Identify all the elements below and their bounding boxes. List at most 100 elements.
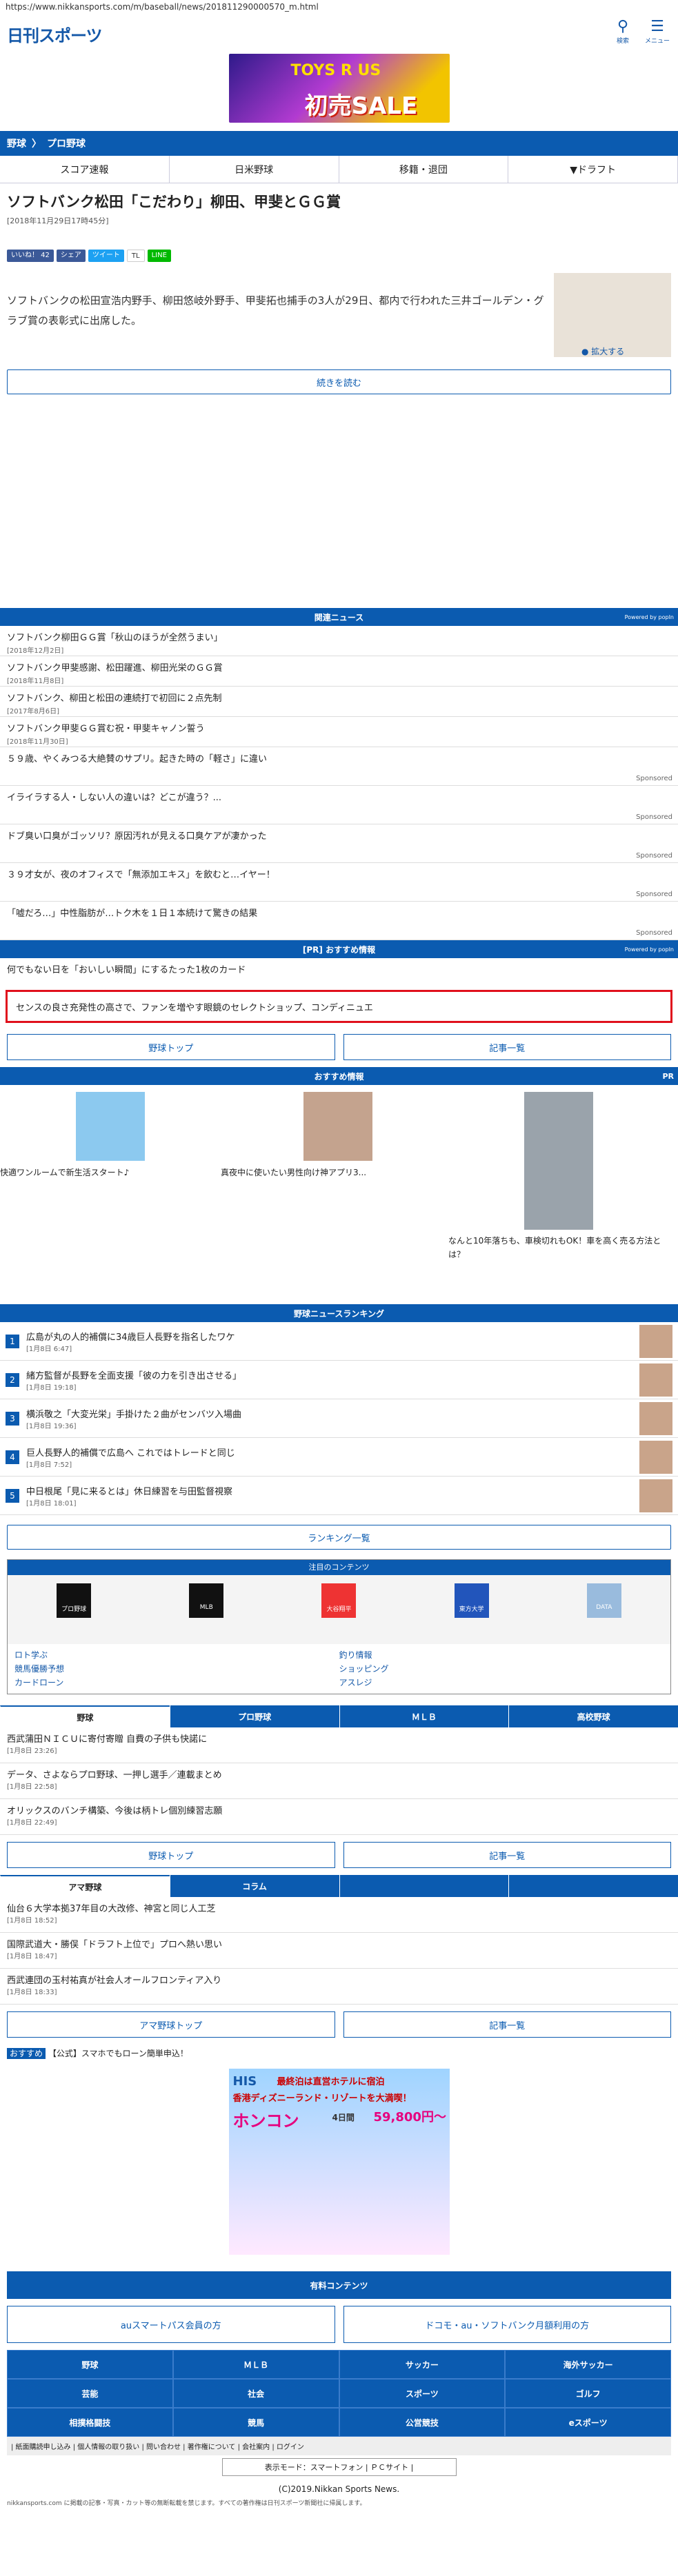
sponsored-item[interactable]: ５９歳、やくみつる大絶賛のサプリ。起きた時の「軽さ」に違い Sponsored	[0, 747, 678, 786]
tab-pro[interactable]: プロ野球	[169, 1705, 339, 1727]
data-icon[interactable]: DATA	[586, 1583, 621, 1618]
article-photo[interactable]: ● 拡大する	[554, 273, 671, 357]
recommend-list: 快適ワンルームで新生活スタート♪ 真夜中に使いたい男性向け神アプリ3... なん…	[0, 1085, 678, 1304]
tweet-button[interactable]: ツイート	[88, 250, 124, 262]
share-buttons: いいね！ 42 シェア ツイート TL LINE	[0, 226, 678, 269]
featured-contents: 注目のコンテンツ プロ野球 MLB 大谷翔平 東方大学 DATA ロト学ぶ 釣り情…	[7, 1559, 671, 1694]
zoom-button[interactable]: ● 拡大する	[581, 345, 624, 357]
nav-buttons: 野球トップ 記事一覧	[0, 1835, 678, 1875]
news-item[interactable]: オリックスのバンチ構築、今後は柄トレ個別練習志願 [1月8日 22:49]	[0, 1799, 678, 1835]
ranking-item[interactable]: 5 中日根尾「見に来るとは」休日練習を与田監督視察 [1月8日 18:01]	[0, 1477, 678, 1515]
menu-icon: ☰	[650, 18, 664, 35]
ranking-list: 1 広島が丸の人的補償に34歳巨人長野を指名したワケ [1月8日 6:47] 2 緒方…	[0, 1322, 678, 1515]
facebook-like-button[interactable]: いいね！ 42	[7, 250, 54, 262]
pr-header: [PR] おすすめ情報 Powered by popIn	[0, 940, 678, 958]
content-link[interactable]: ショッピング	[339, 1662, 664, 1676]
tab-amateur[interactable]: アマ野球	[0, 1875, 170, 1897]
news-item[interactable]: 国際武道大・勝俣「ドラフト上位で」プロへ熱い思い [1月8日 18:47]	[0, 1933, 678, 1969]
thumbnail	[639, 1324, 672, 1358]
url-bar: https://www.nikkansports.com/m/baseball/…	[6, 2, 319, 12]
ranking-item[interactable]: 4 巨人長野人的補償で広島へ これではトレードと同じ [1月8日 7:52]	[0, 1438, 678, 1477]
pr-item[interactable]: 何でもない日を「おいしい瞬間」にするたった1枚のカード	[0, 958, 678, 986]
footer-links[interactable]: | 紙面購読申し込み | 個人情報の取り扱い | 問い合わせ | 著作権について…	[7, 2437, 671, 2455]
ranking-item[interactable]: 3 横浜敬之「大変光栄」手掛けた２曲がセンバツ入場曲 [1月8日 19:36]	[0, 1399, 678, 1438]
list-item[interactable]: ソフトバンク甲斐ＧＧ賞む祝・甲斐キャノン誓う [2018年11月30日]	[0, 717, 678, 747]
news-item[interactable]: 西武連団の玉村祐真が社会人オールフロンティア入り [1月8日 18:33]	[0, 1969, 678, 2005]
recommend-header: おすすめ情報 PR	[0, 1067, 678, 1085]
sponsored-item[interactable]: イライラする人・しない人の違いは？どこが違う？... Sponsored	[0, 786, 678, 824]
thumbnail	[639, 1401, 672, 1435]
thumbnail	[639, 1479, 672, 1512]
content-link[interactable]: アスレジ	[339, 1676, 664, 1690]
article-text: ソフトバンクの松田宣浩内野手、柳田悠岐外野手、甲斐拓也捕手の3人が29日、都内で…	[7, 294, 544, 327]
paid-header: 有料コンテンツ	[7, 2271, 671, 2299]
facebook-share-button[interactable]: シェア	[56, 250, 86, 262]
news-tabs-2: アマ野球 コラム	[0, 1875, 678, 1897]
recommend-item[interactable]: なんと10年落ちも、車検切れもOK！車を高く売る方法とは？	[448, 1234, 669, 1261]
mlb-icon[interactable]: MLB	[189, 1583, 224, 1618]
sponsored-item[interactable]: ドブ臭い口臭がゴッソリ？原因汚れが見える口臭ケアが凄かった Sponsored	[0, 824, 678, 863]
ohtani-icon[interactable]: 大谷翔平	[321, 1583, 357, 1618]
ranking-item[interactable]: 1 広島が丸の人的補償に34歳巨人長野を指名したワケ [1月8日 6:47]	[0, 1322, 678, 1361]
article-list-button[interactable]: 記事一覧	[343, 1034, 671, 1060]
breadcrumb-item[interactable]: 野球	[7, 136, 26, 150]
copyright: (C)2019.Nikkan Sports News.	[278, 2484, 400, 2494]
ad-text: 初売SALE	[304, 92, 418, 120]
display-mode[interactable]: 表示モード：スマートフォン | ＰＣサイト |	[221, 2458, 457, 2476]
top-banner-ad[interactable]: TOYS R US 初売SALE	[228, 54, 450, 123]
search-button[interactable]: ⚲ 検索	[608, 18, 638, 45]
tab-baseball[interactable]: 野球	[0, 1705, 170, 1727]
menu-button[interactable]: ☰ メニュー	[642, 18, 672, 45]
live-score-icon[interactable]: プロ野球	[57, 1583, 92, 1618]
ranking-item[interactable]: 2 緒方監督が長野を全面支援「彼の力を引き出させる」 [1月8日 19:18]	[0, 1361, 678, 1399]
subnav-item[interactable]: 移籍・退団	[339, 156, 509, 183]
news-item[interactable]: 西武蒲田ＮＩＣＵに寄付寄贈 自費の子供も快諾に [1月8日 23:26]	[0, 1727, 678, 1763]
paid-buttons: auスマートパス会員の方 ドコモ・au・ソフトバンク月額利用の方	[0, 2299, 678, 2350]
line-button[interactable]: LINE	[147, 250, 171, 262]
recommend-image[interactable]	[76, 1092, 145, 1161]
related-news-list: ソフトバンク柳田ＧＧ賞「秋山のほうが全然うまい」 [2018年12月2日] ソフト…	[0, 626, 678, 940]
breadcrumb: 野球〉プロ野球	[0, 131, 678, 156]
baseball-top-button[interactable]: 野球トップ	[7, 1034, 335, 1060]
promo-line[interactable]: おすすめ 【公式】スマホでもローン簡単申込！	[0, 2045, 678, 2062]
tokyo-icon[interactable]: 東方大学	[454, 1583, 489, 1618]
site-header: 日刊スポーツ ⚲ 検索 ☰ メニュー	[0, 14, 678, 54]
content-link[interactable]: 釣り情報	[339, 1648, 664, 1662]
site-logo[interactable]: 日刊スポーツ	[7, 21, 103, 47]
timeline-button[interactable]: TL	[126, 250, 145, 262]
list-item[interactable]: ソフトバンク柳田ＧＧ賞「秋山のほうが全然うまい」 [2018年12月2日]	[0, 626, 678, 656]
pr-item-highlight[interactable]: センスの良さ充発性の高さで、ファンを増やす眼鏡のセレクトショップ、コンディニュエ	[6, 990, 672, 1023]
article-title: ソフトバンク松田「こだわり」柳田、甲斐とＧＧ賞	[7, 194, 341, 210]
related-news-header: 関連ニュース Powered by popIn	[0, 608, 678, 626]
sub-nav: スコア速報 日米野球 移籍・退団 ▼ドラフト	[0, 156, 678, 183]
ranking-header: 野球ニュースランキング	[0, 1304, 678, 1322]
recommend-image[interactable]	[303, 1092, 372, 1161]
his-ad[interactable]: HIS 最終泊は直営ホテルに宿泊 香港ディズニーランド・リゾートを大満喫！ ホン…	[228, 2069, 450, 2255]
ad-space	[0, 401, 678, 608]
subnav-item[interactable]: スコア速報	[0, 156, 170, 183]
tab-mlb[interactable]: ＭＬＢ	[339, 1705, 509, 1727]
thumbnail	[639, 1440, 672, 1474]
tab-column[interactable]: コラム	[169, 1875, 339, 1897]
list-item[interactable]: ソフトバンク、柳田と松田の連続打で初回に２点先制 [2017年8月6日]	[0, 687, 678, 717]
ranking-list-button[interactable]: ランキング一覧	[7, 1525, 671, 1550]
tab-highschool[interactable]: 高校野球	[508, 1705, 678, 1727]
content-link[interactable]: ロト学ぶ	[14, 1648, 339, 1662]
content-link[interactable]: 競馬優勝予想	[14, 1662, 339, 1676]
breadcrumb-item[interactable]: プロ野球	[47, 136, 86, 150]
news-item[interactable]: データ、さよならプロ野球、一押し選手／連載まとめ [1月8日 22:58]	[0, 1763, 678, 1799]
subnav-item[interactable]: ▼ドラフト	[508, 156, 678, 183]
sponsored-item[interactable]: 「嘘だろ…」中性脂肪が…トク木を１日１本続けて驚きの結果 Sponsored	[0, 902, 678, 940]
article-body: ソフトバンクの松田宣浩内野手、柳田悠岐外野手、甲斐拓也捕手の3人が29日、都内で…	[0, 269, 678, 357]
chevron-right-icon: 〉	[32, 139, 41, 150]
recommend-item[interactable]: 快適ワンルームで新生活スタート♪	[0, 1166, 129, 1178]
read-more-button[interactable]: 続きを読む	[7, 369, 671, 394]
recommend-image[interactable]	[524, 1092, 593, 1230]
recommend-item[interactable]: 真夜中に使いたい男性向け神アプリ3...	[221, 1166, 366, 1178]
news-item[interactable]: 仙台６大学本拠37年目の大改修、神宮と同じ人工芝 [1月8日 18:52]	[0, 1897, 678, 1933]
sponsored-item[interactable]: ３９才女が、夜のオフィスで「無添加エキス」を飲むと…イヤー！ Sponsored	[0, 863, 678, 902]
subnav-item[interactable]: 日米野球	[170, 156, 339, 183]
thumbnail	[639, 1363, 672, 1397]
list-item[interactable]: ソフトバンク甲斐感謝、松田躍進、柳田光栄のＧＧ賞 [2018年11月8日]	[0, 656, 678, 687]
content-link[interactable]: カードローン	[14, 1676, 339, 1690]
